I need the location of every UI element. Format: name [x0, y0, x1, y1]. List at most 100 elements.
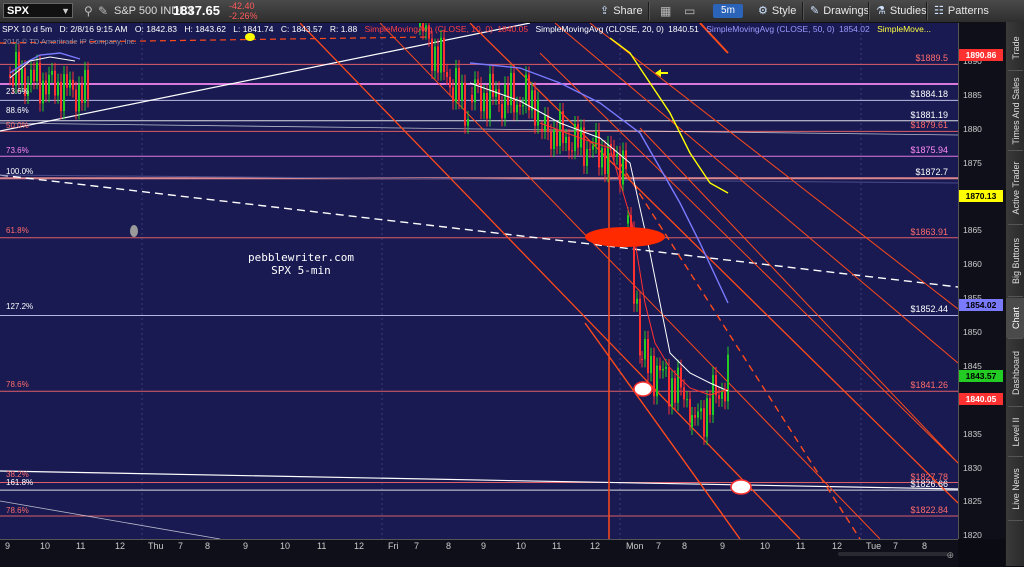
sidebar-tab-active-trader[interactable]: Active Trader — [1006, 152, 1024, 224]
candle-body — [486, 92, 488, 119]
chart-header: SPX 10 d 5m D: 2/8/16 9:15 AM O: 1842.83… — [2, 24, 936, 34]
candle-body — [519, 104, 521, 107]
fib-label: 73.6% — [6, 146, 29, 156]
candle-body — [691, 415, 693, 427]
sidebar-tab-live-news[interactable]: Live News — [1006, 458, 1024, 520]
chart-svg — [0, 23, 958, 539]
sidebar-divider — [1008, 456, 1023, 457]
sidebar-tab-level-ii[interactable]: Level II — [1006, 408, 1024, 456]
sma20-label[interactable]: SimpleMovingAvg (CLOSE, 20, 0) — [535, 24, 663, 34]
candle-body — [627, 215, 629, 224]
price-level-label: $1881.19 — [910, 109, 948, 120]
candle-body — [697, 411, 699, 418]
patterns-label: Patterns — [947, 5, 989, 17]
sma50-label[interactable]: SimpleMovingAvg (CLOSE, 50, 0) — [706, 24, 834, 34]
price-tag: 1890.86 — [959, 49, 1003, 62]
candle-body — [553, 129, 555, 150]
price-tag: 1843.57 — [959, 369, 1003, 382]
bar-range: R: 1.88 — [329, 24, 358, 34]
candle-body — [709, 398, 711, 415]
gray-marker — [130, 225, 138, 237]
price-level-label: $1872.7 — [915, 167, 948, 178]
grid-icon[interactable]: ▦ — [660, 0, 671, 22]
candle-body — [607, 143, 609, 175]
fib-label: 127.2% — [6, 302, 34, 312]
candle-body — [589, 149, 591, 151]
candle-body — [683, 387, 685, 400]
style-button[interactable]: ⚙ Style — [758, 0, 796, 22]
sidebar-tab-trade[interactable]: Trade — [1006, 26, 1024, 70]
yellow-marker — [245, 33, 255, 41]
fib-label: 88.6% — [6, 105, 29, 115]
drawings-button[interactable]: ✎ Drawings — [810, 0, 869, 22]
share-button[interactable]: ⇪ Share — [600, 0, 643, 22]
candle-body — [63, 74, 65, 112]
sidebar-tab-dashboard[interactable]: Dashboard — [1006, 340, 1024, 406]
change-value: -42.40 — [229, 1, 255, 11]
bar-open: O: 1842.83 — [134, 24, 177, 34]
zoom-icon[interactable]: ⊕ — [946, 550, 954, 561]
time-tick: 11 — [317, 541, 327, 551]
sidebar-tab-chart[interactable]: Chart — [1006, 298, 1024, 338]
price-tag: 1870.13 — [959, 189, 1003, 202]
time-axis[interactable]: ⊕ 9 10 11 12 Thu 7 8 9 10 11 12 Fri 7 8 9 10 11 12 Mon 7 8 9 1… — [0, 539, 958, 567]
price-tick: 1825 — [963, 496, 982, 507]
candle-body — [653, 355, 655, 397]
candle-body — [604, 148, 606, 175]
chevron-down-icon[interactable]: ▼ — [61, 4, 70, 19]
candle-body — [680, 367, 682, 388]
candle-body — [57, 81, 59, 96]
symbol-input[interactable]: SPX ▼ — [3, 3, 73, 18]
candle-body — [622, 150, 624, 185]
copyright: 2016 © TD Ameritrade IP Company, Inc. — [3, 37, 137, 46]
price-axis[interactable]: 1890188518801875187018651860185518501845… — [958, 23, 1005, 540]
candle-body — [550, 132, 552, 150]
drawings-label: Drawings — [823, 5, 870, 17]
share-label: Share — [613, 5, 643, 17]
candle-body — [42, 80, 44, 104]
right-sidebar: Trade Times And Sales Active Trader Big But… — [1005, 22, 1024, 566]
layout-icon[interactable]: ▭ — [684, 0, 695, 22]
bar-low: L: 1841.74 — [233, 24, 274, 34]
time-tick: 11 — [552, 541, 562, 551]
sidebar-tab-big-buttons[interactable]: Big Buttons — [1006, 226, 1024, 296]
patterns-button[interactable]: ☷ Patterns — [934, 0, 989, 22]
candle-body — [78, 84, 80, 112]
time-tick: 12 — [590, 541, 601, 551]
price-tick: 1860 — [963, 259, 982, 270]
sidebar-tab-times-and-sales[interactable]: Times And Sales — [1006, 72, 1024, 150]
sma-more-label[interactable]: SimpleMove... — [877, 24, 931, 34]
time-tick: 9 — [243, 541, 249, 551]
timeframe-button[interactable]: 5m — [713, 4, 743, 18]
candle-body — [703, 408, 705, 437]
candle-body — [443, 37, 445, 73]
change-percent: -2.26% — [229, 11, 258, 21]
time-tick: 8 — [682, 541, 688, 551]
top-toolbar: SPX ▼ ⚲ ✎ S&P 500 INDEX 1837.65 -42.40 -2… — [0, 0, 1024, 23]
time-tick: 10 — [40, 541, 51, 551]
sma10-label[interactable]: SimpleMovingAvg (CLOSE, 10, 0) — [365, 24, 493, 34]
studies-button[interactable]: ⚗ Studies — [876, 0, 927, 22]
gear-icon[interactable]: ✎ — [98, 0, 108, 22]
candle-body — [659, 365, 661, 371]
time-tick: 9 — [5, 541, 11, 551]
price-tick: 1850 — [963, 327, 982, 337]
candle-body — [665, 366, 667, 369]
scrollbar[interactable] — [838, 552, 948, 556]
style-label: Style — [771, 5, 797, 17]
link-icon[interactable]: ⚲ — [84, 0, 93, 22]
candle-body — [544, 115, 546, 131]
time-tick: 10 — [280, 541, 291, 551]
candle-body — [54, 70, 56, 96]
price-tick: 1885 — [963, 89, 982, 100]
time-tick: 9 — [481, 541, 487, 551]
candle-body — [474, 79, 476, 103]
time-tick: 11 — [76, 541, 86, 551]
sma10-value: 1840.05 — [497, 24, 529, 34]
chart-area[interactable]: SPX 10 d 5m D: 2/8/16 9:15 AM O: 1842.83… — [0, 23, 958, 539]
time-tick: 11 — [796, 541, 806, 551]
price-level-label: $1841.26 — [910, 380, 948, 391]
price-level-label: $1875.94 — [910, 145, 948, 156]
candle-body — [727, 354, 729, 402]
candle-body — [718, 395, 720, 399]
